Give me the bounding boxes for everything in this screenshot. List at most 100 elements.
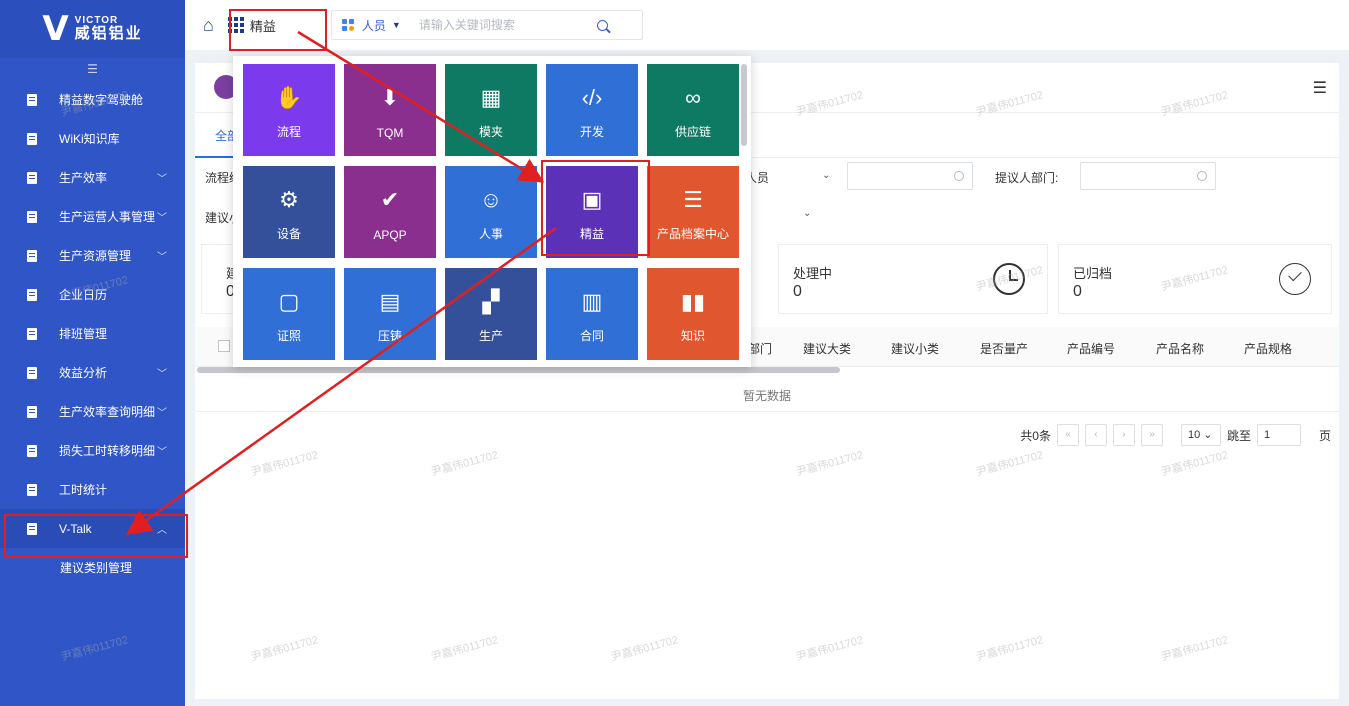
app-tile[interactable]: ✋ 流程 [243,64,335,156]
document-icon [27,288,37,301]
victor-logo-icon: V [42,9,69,49]
app-tile[interactable]: ▢ 证照 [243,268,335,360]
chevron-up-icon: ︿ [157,525,167,536]
column-header[interactable]: 产品名称 [1156,340,1204,357]
app-tile[interactable]: ∞ 供应链 [647,64,739,156]
app-tile-label: 压铸 [377,329,402,343]
last-page-button[interactable]: » [1140,424,1163,446]
people-icon: ☺ [479,187,503,212]
app-tile[interactable]: ☺ 人事 [445,166,537,258]
app-tile[interactable]: ▥ 合同 [546,268,638,360]
app-tile[interactable]: ⬇ TQM [344,64,436,156]
app-switcher-button[interactable]: 精益 [227,16,276,35]
app-tile-label: 精益 [579,227,604,241]
stat-card-archived[interactable]: 已归档 0 [1058,244,1332,314]
sidebar-item-label: WiKi知识库 [59,132,120,146]
sidebar-item[interactable]: 企业日历 [0,275,185,314]
app-tile[interactable]: ▦ 模夹 [445,64,537,156]
chevron-down-icon: ﹀ [157,447,167,458]
app-tile[interactable]: ✔ APQP [344,166,436,258]
column-header[interactable]: 建议大类 [803,340,851,357]
proposer-dept-input[interactable] [1080,162,1216,190]
select-all-checkbox[interactable] [218,340,230,352]
sidebar-item-label: V-Talk [59,521,92,536]
popup-scrollbar[interactable] [741,64,747,146]
sidebar-item[interactable]: 精益数字驾驶舱 [0,80,185,119]
search-input[interactable] [418,18,589,32]
tqm-icon: ⬇ [380,85,400,110]
sidebar-item[interactable]: 效益分析 ﹀ [0,353,185,392]
app-tile-label: TQM [376,126,404,140]
document-icon [27,444,37,457]
brand-logo[interactable]: V VICTOR 威铝铝业 [0,0,185,58]
app-tile[interactable]: ▤ 压铸 [344,268,436,360]
next-page-button[interactable]: › [1112,424,1135,446]
sidebar-item[interactable]: 生产资源管理 ﹀ [0,236,185,275]
sidebar-item[interactable]: 工时统计 [0,470,185,509]
column-header[interactable]: 是否量产 [980,340,1028,357]
horizontal-scrollbar[interactable] [197,367,840,373]
sidebar-item-label: 工时统计 [59,483,108,497]
shield-check-icon: ✔ [380,187,400,212]
list-menu-icon[interactable]: ☰ [1313,78,1327,98]
app-tile[interactable]: ☰ 产品档案中心 [647,166,739,258]
person-filter-input[interactable] [847,162,973,190]
app-tile-label: 流程 [276,125,301,139]
tab-active-indicator [195,156,235,158]
book-icon: ▮▮ [680,289,706,314]
document-icon [27,483,37,496]
app-tile[interactable]: ⚙ 设备 [243,166,335,258]
jump-page-input[interactable]: 1 [1256,424,1301,446]
equipment-icon: ⚙ [279,187,299,212]
search-icon[interactable] [596,19,608,31]
app-tile-label: APQP [373,228,407,242]
chevron-down-icon: ﹀ [157,369,167,380]
brand-name-cn: 威铝铝业 [74,25,143,43]
sidebar-item[interactable]: 排班管理 [0,314,185,353]
app-tile-label: 产品档案中心 [656,227,729,241]
app-tile[interactable]: ▞ 生产 [445,268,537,360]
sidebar-subitem[interactable]: 建议类别管理 [0,548,185,586]
first-page-button[interactable]: « [1056,424,1079,446]
column-header[interactable]: 部门 [748,340,772,357]
home-icon[interactable]: ⌂ [203,15,214,36]
document-icon [27,366,37,379]
column-header[interactable]: 建议小类 [891,340,939,357]
sidebar-item-label: 生产资源管理 [59,249,132,263]
stat-label: 处理中 [793,266,833,281]
app-tile[interactable]: ▣ 精益 [546,166,638,258]
sidebar-item-label: 精益数字驾驶舱 [59,93,144,107]
top-bar: ⌂ 精益 人员 ▼ [185,0,1349,50]
chevron-down-icon[interactable]: ⌄ [803,208,811,219]
app-tile-label: 开发 [579,125,604,139]
column-header[interactable]: 产品编号 [1067,340,1115,357]
chevron-down-icon: ⌄ [822,170,831,181]
sidebar-item[interactable]: V-Talk ︿ [0,509,185,548]
pagination: 共0条 « ‹ › » 10 ⌄ 跳至 1 页 [1020,423,1331,447]
document-icon [27,522,37,535]
document-icon [27,327,37,340]
app-grid-icon [227,17,244,33]
page-size-select[interactable]: 10 ⌄ [1180,424,1221,446]
column-header[interactable]: 产品规格 [1244,340,1292,357]
sidebar-item[interactable]: 生产效率 ﹀ [0,158,185,197]
app-tile[interactable]: ▮▮ 知识 [647,268,739,360]
sidebar-item[interactable]: 生产效率查询明细 ﹀ [0,392,185,431]
stat-label: 已归档 [1073,266,1113,281]
sidebar-item-label: 排班管理 [59,327,108,341]
app-tile-label: 模夹 [478,125,503,139]
sidebar-item[interactable]: 损失工时转移明细 ﹀ [0,431,185,470]
sidebar-item[interactable]: 生产运营人事管理 ﹀ [0,197,185,236]
app-tile[interactable]: ‹/› 开发 [546,64,638,156]
box-gear-icon: ▣ [581,187,603,212]
fold-menu-icon[interactable]: ☰ [0,58,185,80]
prev-page-button[interactable]: ‹ [1084,424,1107,446]
stat-value: 0 [1073,283,1082,300]
sidebar-item[interactable]: WiKi知识库 [0,119,185,158]
divider [195,411,1339,412]
app-tile-label: 生产 [478,329,503,343]
stat-card-processing[interactable]: 处理中 0 [778,244,1048,314]
code-icon: ‹/› [581,85,603,110]
empty-state-text: 暂无数据 [742,389,791,403]
search-type-select[interactable]: 人员 ▼ [362,17,401,34]
